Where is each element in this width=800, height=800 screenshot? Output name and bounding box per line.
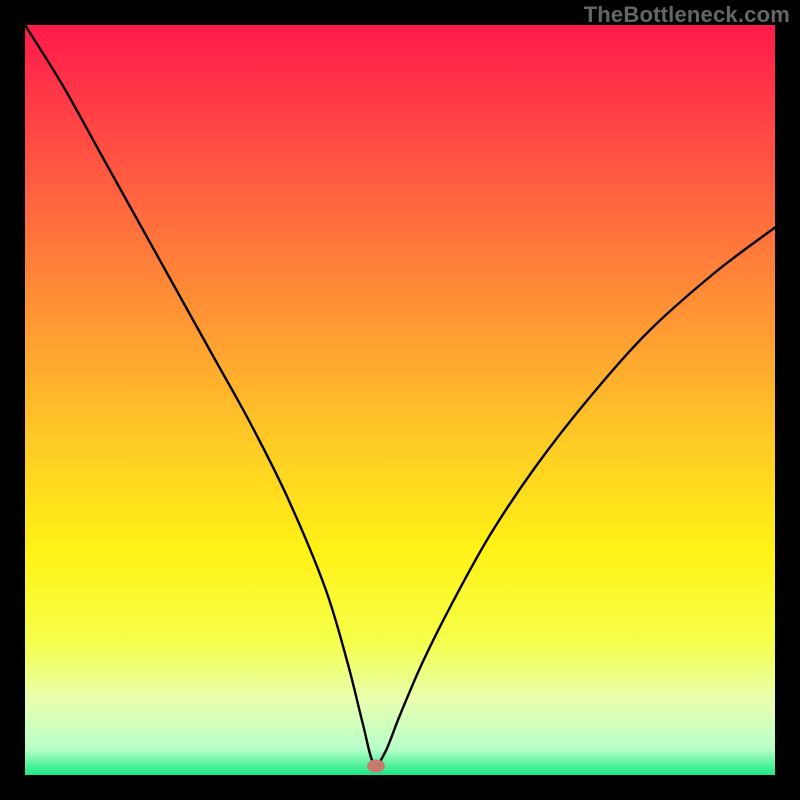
chart-frame: TheBottleneck.com (0, 0, 800, 800)
plot-area (25, 25, 775, 775)
optimal-point-marker (367, 760, 385, 773)
bottleneck-curve (25, 25, 775, 765)
curve-layer (25, 25, 775, 775)
